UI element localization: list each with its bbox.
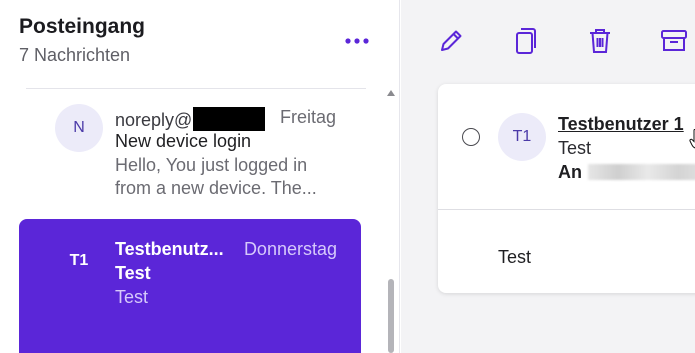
scroll-up-arrow-icon[interactable] [387, 90, 395, 96]
more-options-button[interactable] [340, 26, 374, 56]
message-preview: Hello, You just logged in from a new dev… [115, 155, 317, 198]
more-horizontal-icon [345, 38, 369, 44]
message-subject: Test [115, 263, 151, 283]
message-subject: Test [558, 138, 592, 158]
avatar: N [55, 104, 103, 152]
redacted-block [193, 107, 266, 131]
archive-button[interactable] [658, 26, 690, 56]
trash-icon [590, 29, 610, 53]
avatar: T1 [69, 252, 89, 269]
list-item[interactable]: N noreply@ Freitag New device login Hell… [36, 101, 356, 201]
hand-cursor-icon [689, 129, 695, 149]
list-scrollbar[interactable] [384, 88, 398, 353]
reading-pane: T1 Testbenutzer 1 Test An Test [401, 0, 695, 353]
message-card: T1 Testbenutzer 1 Test An Test [438, 84, 695, 293]
message-preview: Test [115, 287, 149, 307]
blurred-recipient [588, 164, 695, 180]
avatar: T1 [498, 113, 546, 161]
message-count: 7 Nachrichten [19, 45, 131, 65]
message-sender: Testbenutz... [115, 239, 224, 259]
copy-button[interactable] [510, 26, 542, 56]
message-list-pane: Posteingang 7 Nachrichten N noreply@ Fre… [0, 0, 400, 353]
list-item-selected[interactable]: T1 Testbenutz... Donnerstag Test Test [19, 219, 361, 353]
message-subject: New device login [115, 131, 252, 151]
sender-name-link[interactable]: Testbenutzer 1 [558, 114, 684, 135]
message-date: Donnerstag [243, 239, 337, 259]
message-toolbar [401, 0, 695, 82]
edit-button[interactable] [435, 26, 467, 56]
folder-title: Posteingang [19, 15, 146, 38]
select-radio[interactable] [462, 128, 480, 146]
message-sender: noreply@ [115, 107, 266, 131]
message-date: Freitag [279, 107, 336, 127]
delete-button[interactable] [584, 26, 616, 56]
archive-icon [661, 30, 687, 51]
scroll-thumb[interactable] [388, 279, 394, 353]
recipient-line: An [558, 162, 695, 183]
message-body: Test [498, 247, 532, 267]
copy-icon [516, 28, 536, 54]
card-divider [438, 209, 695, 210]
list-divider [26, 88, 366, 89]
edit-icon [441, 30, 462, 51]
